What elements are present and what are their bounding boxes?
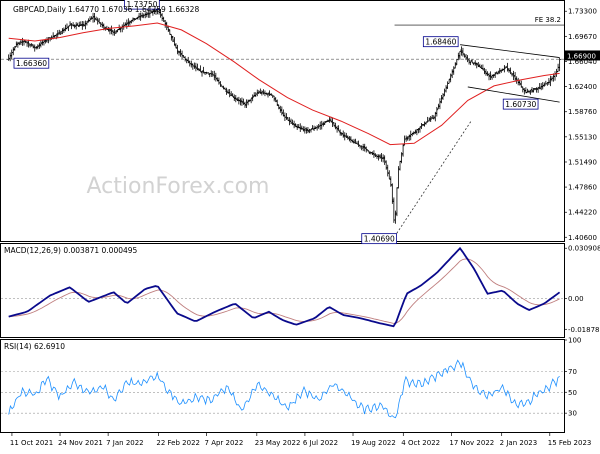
x-tick-label: 4 Oct 2022 — [401, 439, 440, 447]
x-axis: 11 Oct 2021 24 Nov 2021 7 Jan 2022 22 Feb 2… — [10, 432, 591, 447]
price-ohlc-values: 1.64770 1.67036 1.64259 1.66328 — [68, 5, 199, 14]
x-tick-label: 17 Nov 2022 — [449, 439, 494, 447]
watermark: ActionForex.com — [87, 174, 270, 199]
y-tick-label: 1.51490 — [568, 158, 597, 166]
macd-panel — [0, 243, 565, 338]
x-tick-label: 15 Feb 2023 — [548, 439, 592, 447]
x-tick-label: 11 Oct 2021 — [10, 439, 53, 447]
y-tick-label: 1.47860 — [568, 184, 597, 192]
price-level-text: 1.40690 — [364, 235, 395, 244]
macd-panel-title: MACD(12,26,9) 0.003871 0.000495 — [4, 246, 138, 255]
y-tick-label: 1.44220 — [568, 209, 597, 217]
current-price-marker: 1.66900 — [565, 50, 600, 61]
price-level-text: 1.68460 — [425, 38, 456, 47]
x-tick-label: 22 Feb 2022 — [156, 439, 200, 447]
x-tick-label: 2 Jan 2023 — [500, 439, 538, 447]
x-tick-label: 7 Apr 2022 — [205, 439, 244, 447]
y-tick-label: 1.62400 — [568, 83, 597, 91]
price-panel — [0, 0, 565, 242]
x-tick-label: 24 Nov 2021 — [58, 439, 103, 447]
x-tick-label: 19 Aug 2022 — [351, 439, 396, 447]
y-tick-label: -0.018787 — [568, 326, 600, 334]
rsi-y-axis: 100 70 50 30 — [564, 337, 581, 418]
price-level-label: 1.40690 — [361, 233, 397, 245]
current-price-text: 1.66900 — [567, 52, 596, 60]
price-level-label: 1.60730 — [502, 98, 539, 110]
y-tick-label: 0.00 — [568, 295, 584, 303]
price-level-text: 1.60730 — [505, 100, 536, 109]
price-panel-title: GBPCAD,Daily — [13, 5, 67, 14]
y-tick-label: 0.030908 — [568, 245, 600, 253]
y-tick-label: 30 — [568, 410, 577, 418]
x-tick-label: 7 Jan 2022 — [106, 439, 144, 447]
y-tick-label: 1.58760 — [568, 108, 597, 116]
chart-container: ActionForex.com 1.73300 1.69670 1.66040 1.6… — [0, 0, 600, 450]
x-tick-label: 6 Jul 2022 — [303, 439, 338, 447]
price-level-label: 1.66360 — [13, 57, 50, 69]
price-level-label: 1.68460 — [422, 36, 459, 48]
y-tick-label: 1.40600 — [568, 234, 597, 242]
rsi-panel — [0, 339, 565, 433]
y-tick-label: 50 — [568, 389, 577, 397]
y-tick-label: 70 — [568, 368, 577, 376]
price-level-text: 1.66360 — [16, 59, 47, 68]
fe-level-label: FE 38.2 — [535, 16, 561, 24]
y-tick-label: 100 — [568, 337, 581, 345]
chart-svg: ActionForex.com 1.733001.696701.660401.6… — [0, 0, 600, 447]
price-y-axis: 1.733001.696701.660401.624001.587601.551… — [564, 8, 597, 242]
y-tick-label: 1.69670 — [568, 33, 597, 41]
y-tick-label: 1.73300 — [568, 8, 597, 16]
macd-y-axis: 0.030908 0.00 -0.018787 — [564, 245, 600, 334]
y-tick-label: 1.55130 — [568, 133, 597, 141]
x-tick-label: 23 May 2022 — [255, 439, 301, 447]
rsi-panel-title: RSI(14) 62.6910 — [4, 342, 65, 351]
